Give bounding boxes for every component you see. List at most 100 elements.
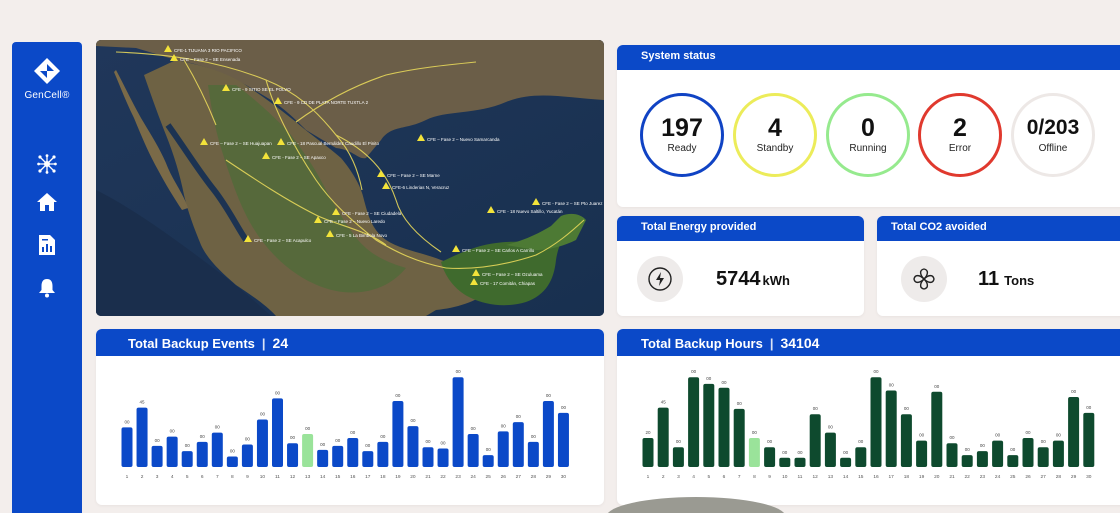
bar-data-label: 00 (706, 376, 712, 381)
bar[interactable] (718, 387, 730, 467)
x-tick-label: 5 (707, 474, 710, 480)
x-tick-label: 7 (738, 474, 741, 480)
status-ring-ready[interactable]: 197 Ready (640, 93, 724, 177)
bar-data-label: 00 (335, 438, 341, 443)
bar[interactable] (317, 449, 329, 467)
network-icon (37, 154, 57, 174)
sites-map[interactable]: CFE-1 TIJUANA 3 RIO PACIFICO CFE – Fase 2… (96, 40, 604, 316)
bar[interactable] (136, 407, 148, 467)
x-tick-label: 29 (1071, 474, 1077, 480)
bar[interactable] (181, 451, 193, 467)
bar[interactable] (824, 432, 836, 467)
bar[interactable] (931, 391, 943, 467)
bar[interactable] (226, 456, 238, 467)
x-tick-label: 3 (677, 474, 680, 480)
bar[interactable] (764, 447, 776, 467)
bar[interactable] (1037, 447, 1049, 467)
bar[interactable] (482, 455, 494, 467)
site-label: CFE – Fase 2 – SE Huajuapan (210, 141, 272, 146)
backup-hours-title: Total Backup Hours (641, 336, 763, 351)
bar[interactable] (703, 383, 715, 467)
bar[interactable] (946, 443, 958, 467)
bar[interactable] (512, 422, 524, 467)
x-tick-label: 2 (662, 474, 665, 480)
bar[interactable] (870, 377, 882, 467)
bar[interactable] (976, 451, 988, 467)
nav-network[interactable] (33, 150, 61, 178)
bar[interactable] (809, 414, 821, 467)
x-tick-label: 9 (246, 474, 249, 480)
bar[interactable] (467, 434, 479, 467)
bar-data-label: 00 (501, 423, 507, 428)
bar[interactable] (1068, 397, 1080, 467)
home-icon (37, 193, 57, 211)
bar[interactable] (642, 437, 654, 467)
bar[interactable] (347, 437, 359, 467)
co2-value: 11 (978, 268, 1000, 290)
status-ring-error[interactable]: 2 Error (918, 93, 1002, 177)
bar[interactable] (166, 436, 178, 467)
bar[interactable] (900, 414, 912, 467)
bar-data-label: 00 (934, 384, 940, 389)
bar-data-label: 00 (471, 426, 477, 431)
status-ring-offline[interactable]: 0/203 Offline (1011, 93, 1095, 177)
status-ring-running[interactable]: 0 Running (826, 93, 910, 177)
bar[interactable] (557, 412, 569, 467)
backup-hours-total: 34104 (780, 335, 820, 351)
bar-data-label: 20 (645, 430, 651, 435)
bar-data-label: 00 (320, 442, 326, 447)
bar[interactable] (794, 457, 806, 467)
bar[interactable] (916, 440, 928, 467)
bar[interactable] (287, 443, 299, 467)
bar[interactable] (392, 401, 404, 467)
status-value: 0/203 (1026, 116, 1080, 139)
bar[interactable] (840, 457, 852, 467)
bar[interactable] (497, 431, 509, 467)
gencell-logo[interactable]: GenCell® (12, 58, 82, 101)
bar[interactable] (362, 451, 374, 467)
bar[interactable] (961, 455, 973, 467)
energy-value-wrap: 5744 kWh (716, 268, 790, 291)
bar[interactable] (452, 377, 464, 467)
bar[interactable] (151, 445, 163, 467)
bar[interactable] (196, 441, 208, 467)
bar[interactable] (779, 457, 791, 467)
bar[interactable] (422, 447, 434, 467)
bar[interactable] (672, 447, 684, 467)
nav-alerts[interactable] (33, 274, 61, 302)
nav-home[interactable] (33, 188, 61, 216)
bar[interactable] (527, 441, 539, 467)
bar[interactable] (256, 419, 268, 467)
x-tick-label: 2 (141, 474, 144, 480)
bar[interactable] (407, 426, 419, 467)
bar[interactable] (121, 427, 133, 467)
nav-reports[interactable] (33, 231, 61, 259)
bar[interactable] (211, 432, 223, 467)
x-tick-label: 7 (216, 474, 219, 480)
bar[interactable] (437, 448, 449, 467)
bar[interactable] (992, 440, 1004, 467)
bar[interactable] (241, 444, 253, 467)
bar[interactable] (855, 447, 867, 467)
bar[interactable] (332, 445, 344, 467)
x-tick-label: 21 (949, 474, 955, 480)
bar[interactable] (748, 437, 760, 467)
bar[interactable] (657, 407, 669, 467)
bar-data-label: 00 (305, 426, 311, 431)
site-label: CFE – Fase 2 – SE Ensenada (180, 57, 241, 62)
bar[interactable] (542, 401, 554, 467)
bar[interactable] (377, 441, 389, 467)
x-tick-label: 4 (692, 474, 695, 480)
bar[interactable] (1052, 440, 1064, 467)
bar[interactable] (1007, 455, 1019, 467)
bar[interactable] (1083, 412, 1095, 467)
bar[interactable] (733, 408, 745, 467)
bar-data-label: 00 (904, 406, 910, 411)
status-ring-standby[interactable]: 4 Standby (733, 93, 817, 177)
bar[interactable] (1022, 437, 1034, 467)
bar[interactable] (302, 434, 314, 467)
bar[interactable] (688, 377, 700, 467)
bar[interactable] (885, 390, 897, 467)
bar[interactable] (272, 398, 283, 467)
bar-data-label: 00 (155, 438, 161, 443)
